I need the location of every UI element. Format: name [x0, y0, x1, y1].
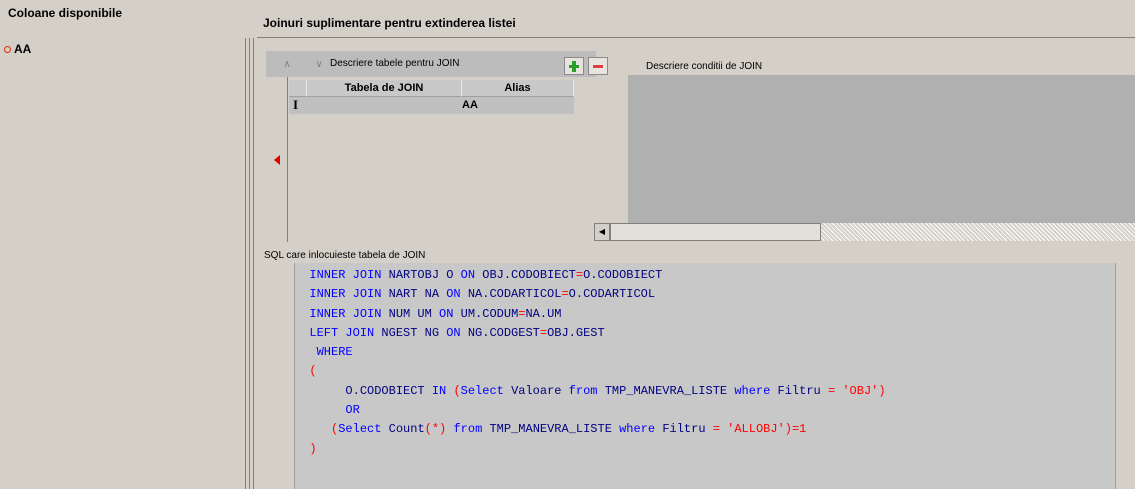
cell-alias[interactable]: AA — [462, 97, 574, 114]
sql-token: (*) — [424, 422, 454, 437]
sql-token: ) — [309, 441, 317, 456]
sql-token: 'ALLOBJ' — [727, 422, 785, 437]
column-header-tabela[interactable]: Tabela de JOIN — [307, 80, 462, 97]
sql-token: from — [568, 383, 605, 398]
chevron-down-icon: ∨ — [315, 59, 323, 70]
panel-splitter[interactable] — [245, 38, 257, 489]
sql-token: Select — [338, 422, 389, 437]
scroll-track[interactable] — [821, 223, 1135, 241]
add-join-button[interactable] — [564, 57, 584, 75]
sql-token: NARTOBJ O — [388, 268, 461, 282]
sql-editor-label: SQL care inlocuieste tabela de JOIN — [264, 250, 426, 261]
sql-token: = — [539, 325, 548, 340]
sql-token: ON — [446, 325, 468, 340]
sql-token: O.CODOBIECT — [309, 383, 432, 398]
sql-token: ) — [878, 383, 886, 398]
sql-line: INNER JOIN NARTOBJ O ON OBJ.CODOBIECT=O.… — [295, 266, 1115, 285]
sql-token: NUM UM — [388, 306, 440, 321]
column-item-label: AA — [14, 42, 32, 56]
join-tables-grid: Tabela de JOIN Alias I AA — [266, 77, 596, 242]
sql-line: INNER JOIN NUM UM ON UM.CODUM=NA.UM — [295, 305, 1115, 324]
sql-token: = — [827, 383, 843, 398]
sql-token: from — [453, 422, 490, 437]
sql-token: 'OBJ' — [842, 383, 879, 398]
vertical-scrollbar[interactable] — [1115, 263, 1135, 489]
join-conditions-label: Descriere conditii de JOIN — [646, 61, 763, 72]
sql-token: ON — [439, 306, 461, 321]
sql-line: WHERE — [295, 343, 1115, 362]
sql-token: = — [575, 268, 584, 282]
row-indicator-column — [266, 77, 288, 242]
sql-token: Select — [460, 383, 512, 398]
sql-line: ) — [295, 440, 1115, 459]
minus-icon — [593, 65, 603, 68]
column-marker-icon — [4, 45, 11, 53]
join-conditions-area[interactable] — [628, 75, 1135, 225]
sql-token: where — [734, 383, 778, 398]
sql-line: OR — [295, 401, 1115, 420]
text-cursor-icon: I — [293, 97, 299, 112]
sql-token: NG.CODGEST — [467, 325, 540, 340]
chevron-up-icon: ∧ — [283, 59, 291, 70]
sql-token: OBJ.GEST — [547, 325, 605, 340]
sql-token: = — [712, 422, 728, 437]
move-down-button[interactable]: ∨ — [308, 56, 330, 74]
grid-header-row: Tabela de JOIN Alias — [289, 80, 574, 97]
sql-token: UM.CODUM — [460, 306, 519, 321]
sql-token: INNER JOIN — [309, 306, 389, 321]
sql-line: O.CODOBIECT IN (Select Valoare from TMP_… — [295, 382, 1115, 401]
horizontal-scrollbar[interactable]: ◀ — [594, 223, 1135, 241]
sql-token: INNER JOIN — [309, 287, 389, 302]
sql-token: O.CODARTICOL — [568, 287, 656, 302]
sql-editor[interactable]: INNER JOIN NARTOBJ O ON OBJ.CODOBIECT=O.… — [265, 263, 1135, 489]
sql-token: IN — [431, 383, 454, 398]
scroll-left-button[interactable]: ◀ — [594, 223, 610, 241]
sql-token: OR — [309, 403, 360, 418]
sql-token: LEFT JOIN — [309, 325, 382, 340]
join-editor: ∧ ∨ Descriere tabele pentru JOIN Descrie… — [260, 47, 1135, 247]
joins-section-title: Joinuri suplimentare pentru extinderea l… — [257, 0, 1135, 38]
sql-token: TMP_MANEVRA_LISTE — [489, 422, 620, 437]
sql-token: where — [619, 422, 663, 437]
sql-token: )=1 — [784, 422, 807, 437]
sql-token: Valoare — [511, 383, 569, 398]
available-columns-panel: Coloane disponibile AA — [0, 0, 245, 489]
sql-line: (Select Count(*) from TMP_MANEVRA_LISTE … — [295, 420, 1115, 439]
sql-token: Count — [388, 422, 425, 437]
sql-line: INNER JOIN NART NA ON NA.CODARTICOL=O.CO… — [295, 285, 1115, 304]
table-row[interactable]: I AA — [289, 97, 574, 114]
sql-gutter — [265, 263, 295, 489]
sql-token: NA.CODARTICOL — [467, 287, 562, 302]
move-up-button[interactable]: ∧ — [276, 56, 298, 74]
sql-token: ON — [446, 287, 468, 302]
remove-join-button[interactable] — [588, 57, 608, 75]
sql-token: NART NA — [388, 287, 447, 302]
cell-tabela[interactable] — [307, 97, 462, 114]
sql-token: Filtru — [662, 422, 713, 437]
sql-token: O.CODOBIECT — [583, 268, 663, 282]
sql-token: NA.UM — [525, 306, 562, 321]
sql-token: ( — [309, 364, 317, 379]
sql-token: ON — [460, 268, 483, 282]
current-row-arrow-icon — [274, 155, 280, 165]
sql-token: INNER JOIN — [309, 268, 389, 282]
sql-token: Filtru — [777, 383, 828, 398]
sql-line: LEFT JOIN NGEST NG ON NG.CODGEST=OBJ.GES… — [295, 324, 1115, 343]
sql-token: WHERE — [309, 345, 353, 360]
sql-token: TMP_MANEVRA_LISTE — [604, 383, 735, 398]
join-toolbar: ∧ ∨ Descriere tabele pentru JOIN — [266, 51, 608, 77]
scroll-thumb[interactable] — [610, 223, 821, 241]
available-columns-title: Coloane disponibile — [8, 6, 123, 20]
join-tables-label: Descriere tabele pentru JOIN — [330, 58, 460, 69]
sql-token: OBJ.CODOBIECT — [482, 268, 576, 282]
sql-code-text[interactable]: INNER JOIN NARTOBJ O ON OBJ.CODOBIECT=O.… — [295, 263, 1115, 489]
join-table: Tabela de JOIN Alias I AA — [289, 80, 574, 114]
sql-token: ( — [453, 383, 461, 398]
sql-token: = — [561, 287, 569, 302]
column-header-alias[interactable]: Alias — [462, 80, 574, 97]
column-item-aa[interactable]: AA — [4, 42, 31, 56]
sql-token: NGEST NG — [381, 325, 447, 340]
sql-line: ( — [295, 362, 1115, 381]
